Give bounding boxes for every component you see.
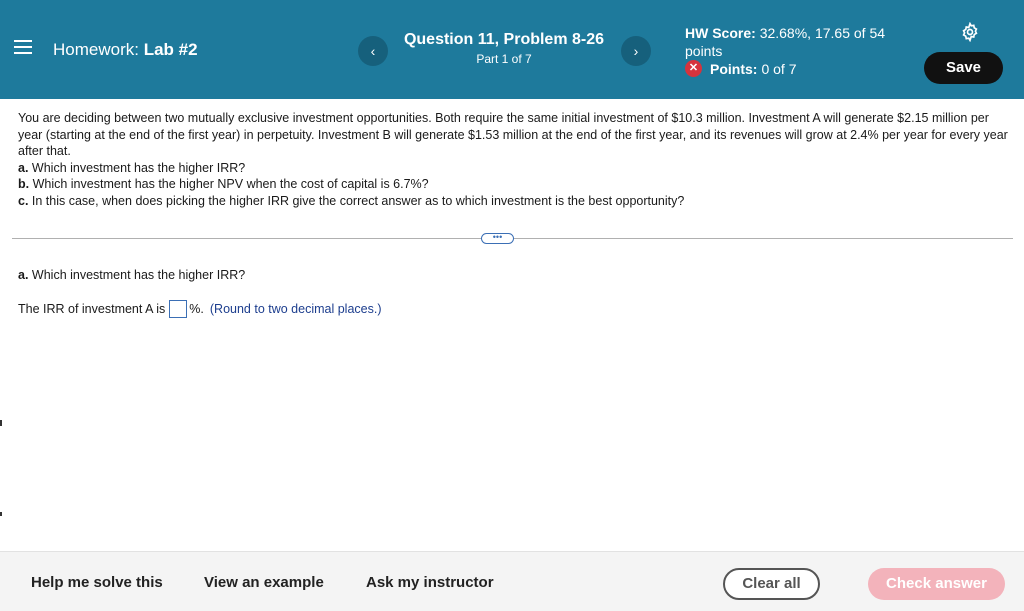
check-answer-button[interactable]: Check answer <box>868 568 1005 600</box>
rounding-hint: (Round to two decimal places.) <box>209 302 382 316</box>
menu-icon[interactable] <box>14 40 32 56</box>
answer-line: The IRR of investment A is %. (Round to … <box>18 300 382 318</box>
question-part: Part 1 of 7 <box>476 52 532 66</box>
footer-bar: Help me solve this View an example Ask m… <box>0 551 1024 611</box>
question-title: Question 11, Problem 8-26 <box>403 31 605 48</box>
clear-all-button[interactable]: Clear all <box>723 568 820 600</box>
question-b: b. Which investment has the higher NPV w… <box>18 177 429 191</box>
view-example-link[interactable]: View an example <box>204 574 324 591</box>
previous-question-button[interactable]: ‹ <box>358 36 388 66</box>
help-me-solve-link[interactable]: Help me solve this <box>31 574 163 591</box>
incorrect-icon: ✕ <box>685 60 702 77</box>
homework-name: Lab #2 <box>143 40 198 59</box>
hw-score: HW Score: 32.68%, 17.65 of 54 points <box>685 24 905 60</box>
gear-icon[interactable] <box>960 22 980 42</box>
score-value: 32.68%, 17.65 of 54 <box>759 25 886 41</box>
problem-intro: You are deciding between two mutually ex… <box>18 111 1008 158</box>
question-c: c. In this case, when does picking the h… <box>18 193 685 208</box>
problem-statement: You are deciding between two mutually ex… <box>18 110 1013 209</box>
header-bar: Homework: Lab #2 ‹ Question 11, Problem … <box>0 0 1024 99</box>
answer-suffix: %. <box>189 302 204 316</box>
question-a: a. Which investment has the higher IRR? <box>18 160 246 175</box>
part-letter: a. <box>18 268 29 282</box>
points-label: Points: <box>710 60 758 77</box>
homework-prefix: Homework: <box>53 40 139 59</box>
points-status: ✕ Points: 0 of 7 <box>685 60 796 77</box>
irr-answer-input[interactable] <box>169 300 188 318</box>
part-question: a. Which investment has the higher IRR? <box>18 268 245 282</box>
homework-title: Homework: Lab #2 <box>53 40 198 60</box>
next-question-button[interactable]: › <box>621 36 651 66</box>
answer-prefix: The IRR of investment A is <box>18 302 166 316</box>
part-question-text: Which investment has the higher IRR? <box>28 268 246 282</box>
edge-mark <box>0 420 2 426</box>
save-button[interactable]: Save <box>924 52 1003 84</box>
expand-more-button[interactable]: ••• <box>481 233 514 244</box>
points-value: 0 of 7 <box>761 60 797 77</box>
ask-instructor-link[interactable]: Ask my instructor <box>366 574 494 591</box>
edge-mark <box>0 512 2 516</box>
score-label: HW Score: <box>685 25 756 41</box>
score-unit: points <box>685 43 723 59</box>
